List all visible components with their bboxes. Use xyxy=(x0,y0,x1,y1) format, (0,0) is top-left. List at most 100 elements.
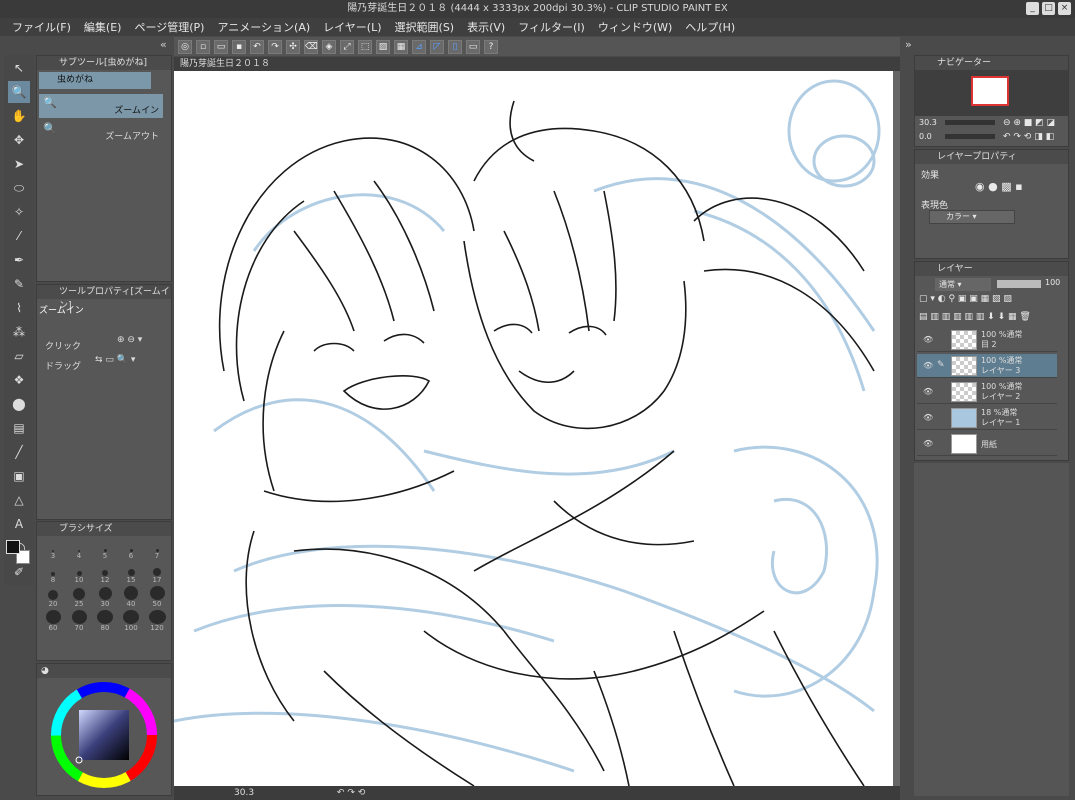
brush-size-cell[interactable]: 12 xyxy=(93,562,117,584)
snap-special-ruler-icon[interactable]: ◸ xyxy=(430,39,444,54)
status-rotate-icons[interactable]: ↶ ↷ ⟲ xyxy=(337,788,365,798)
menu-window[interactable]: ウィンドウ(W) xyxy=(598,19,672,35)
layer-row[interactable]: 👁 100 %通常 目 2 xyxy=(917,328,1057,352)
effect-buttons[interactable]: ◉ ● ▩ ▪ xyxy=(975,180,1023,193)
canvas[interactable] xyxy=(174,71,893,786)
snap-ruler-icon[interactable]: ⊿ xyxy=(412,39,426,54)
gradient-icon[interactable]: ▤ xyxy=(8,417,30,439)
layer-row[interactable]: 👁 100 %通常 レイヤー 2 xyxy=(917,380,1057,404)
brush-size-cell[interactable]: 60 xyxy=(41,610,65,632)
navigator-zoom-buttons[interactable]: ⊖ ⊕ ■ ◩ ◪ xyxy=(1003,118,1055,128)
click-mode-select[interactable]: ⊕ ⊖ ▾ xyxy=(117,335,142,345)
menu-animation[interactable]: アニメーション(A) xyxy=(217,19,310,35)
status-zoom[interactable]: 30.3 xyxy=(234,788,254,798)
maximize-icon[interactable]: □ xyxy=(1042,2,1055,15)
eye-icon[interactable]: 👁 xyxy=(923,413,933,422)
brush-tool-icon[interactable]: ⌇ xyxy=(8,297,30,319)
fill-icon[interactable]: ◈ xyxy=(322,39,336,54)
menu-edit[interactable]: 編集(E) xyxy=(84,19,122,35)
open-file-icon[interactable]: ▭ xyxy=(214,39,228,54)
navigator-rotation-value[interactable]: 0.0 xyxy=(919,132,932,141)
menu-view[interactable]: 表示(V) xyxy=(467,19,505,35)
deselect-icon[interactable]: ⬚ xyxy=(358,39,372,54)
layer-panel-actions[interactable]: ▤ ▥ ▥ ▥ ▥ ▥ ⬇ ⬇ ▦ 🗑 xyxy=(919,312,1031,322)
main-color-swatch[interactable] xyxy=(6,540,20,554)
minimize-icon[interactable]: _ xyxy=(1026,2,1039,15)
color-wheel-tab-icon[interactable]: ◕ xyxy=(41,666,49,676)
brush-size-cell[interactable]: 3 xyxy=(41,538,65,560)
brush-size-cell[interactable]: 10 xyxy=(67,562,91,584)
correction-tool-icon[interactable]: ✐ xyxy=(8,561,30,583)
color-mode-select[interactable]: カラー ▾ xyxy=(929,210,1015,224)
menu-file[interactable]: ファイル(F) xyxy=(12,19,71,35)
brush-size-cell[interactable]: 50 xyxy=(145,586,169,608)
brush-size-cell[interactable]: 100 xyxy=(119,610,143,632)
navigator-viewport-box[interactable] xyxy=(971,76,1009,106)
undo-icon[interactable]: ↶ xyxy=(250,39,264,54)
brush-size-cell[interactable]: 6 xyxy=(119,538,143,560)
scale-icon[interactable]: ⤢ xyxy=(340,39,354,54)
selection-tool-icon[interactable]: ⬭ xyxy=(8,177,30,199)
opacity-value[interactable]: 100 xyxy=(1045,278,1060,287)
navigator-preview[interactable] xyxy=(915,70,1068,116)
brush-size-cell[interactable]: 80 xyxy=(93,610,117,632)
canvas-vertical-scrollbar[interactable] xyxy=(893,71,900,786)
brush-size-cell[interactable]: 4 xyxy=(67,538,91,560)
airbrush-icon[interactable]: ⁂ xyxy=(8,321,30,343)
menu-help[interactable]: ヘルプ(H) xyxy=(685,19,735,35)
blend-mode-select[interactable]: 通常 ▾ xyxy=(935,278,991,291)
layer-row[interactable]: 👁 ✎ 100 %通常 レイヤー 3 xyxy=(917,354,1057,378)
help-icon[interactable]: ? xyxy=(484,39,498,54)
clear-icon[interactable]: ⌫ xyxy=(304,39,318,54)
decoration-icon[interactable]: ❖ xyxy=(8,369,30,391)
brush-size-cell[interactable]: 20 xyxy=(41,586,65,608)
eraser-icon[interactable]: ▱ xyxy=(8,345,30,367)
brush-size-cell[interactable]: 120 xyxy=(145,610,169,632)
brush-size-cell[interactable]: 70 xyxy=(67,610,91,632)
color-wheel[interactable] xyxy=(49,680,159,790)
color-mode-icon[interactable]: ▭ xyxy=(466,39,480,54)
expand-right-icon[interactable]: » xyxy=(905,38,912,51)
canvas-tab[interactable]: 陽乃芽誕生日２０１８ xyxy=(174,57,900,71)
eye-icon[interactable]: 👁 xyxy=(923,387,933,396)
pen-tool-icon[interactable]: ✒ xyxy=(8,249,30,271)
brush-size-cell[interactable]: 5 xyxy=(93,538,117,560)
layer-panel-tools[interactable]: ▢ ▾ ◐ ⚲ ▣ ▣ ▦ ▨ ▨ xyxy=(919,294,1012,304)
brush-size-cell[interactable]: 25 xyxy=(67,586,91,608)
subtool-zoom-out[interactable]: 🔍 ズームアウト xyxy=(39,120,163,144)
close-icon[interactable]: × xyxy=(1058,2,1071,15)
brush-size-cell[interactable]: 8 xyxy=(41,562,65,584)
auto-select-icon[interactable]: ✧ xyxy=(8,201,30,223)
ruler-tool-icon[interactable]: △ xyxy=(8,489,30,511)
layer-row[interactable]: 👁 用紙 xyxy=(917,432,1057,456)
brush-size-cell[interactable]: 40 xyxy=(119,586,143,608)
navigator-rotation-slider[interactable] xyxy=(945,134,995,139)
redo-icon[interactable]: ↷ xyxy=(268,39,282,54)
brush-size-cell[interactable]: 7 xyxy=(145,538,169,560)
move-tool-icon[interactable]: ➤ xyxy=(8,153,30,175)
navigator-zoom-slider[interactable] xyxy=(945,120,995,125)
brush-size-cell[interactable]: 15 xyxy=(119,562,143,584)
brush-size-cell[interactable]: 30 xyxy=(93,586,117,608)
layer-row[interactable]: 👁 18 %通常 レイヤー 1 xyxy=(917,406,1057,430)
show-selection-icon[interactable]: ▦ xyxy=(394,39,408,54)
navigator-rotate-buttons[interactable]: ↶ ↷ ⟲ ◨ ◧ xyxy=(1003,132,1054,142)
layer-tab[interactable]: レイヤー xyxy=(937,264,973,274)
menu-selection[interactable]: 選択範囲(S) xyxy=(395,19,455,35)
hand-tool-icon[interactable]: ✋ xyxy=(8,105,30,127)
eye-icon[interactable]: 👁 xyxy=(923,439,933,448)
eyedropper-icon[interactable]: ⁄ xyxy=(8,225,30,247)
invert-selection-icon[interactable]: ▨ xyxy=(376,39,390,54)
pencil-tool-icon[interactable]: ✎ xyxy=(8,273,30,295)
brush-size-cell[interactable]: 17 xyxy=(145,562,169,584)
collapse-left-icon[interactable]: « xyxy=(160,38,167,51)
layer-move-icon[interactable]: ✥ xyxy=(8,129,30,151)
opacity-slider[interactable] xyxy=(997,280,1041,288)
subtool-zoom-in[interactable]: 🔍 ズームイン xyxy=(39,94,163,118)
new-file-icon[interactable]: ▫ xyxy=(196,39,210,54)
navigator-zoom-value[interactable]: 30.3 xyxy=(919,118,937,127)
clip-studio-icon[interactable]: ◎ xyxy=(178,39,192,54)
operation-tool-icon[interactable]: ↖ xyxy=(8,57,30,79)
eye-icon[interactable]: 👁 xyxy=(923,361,933,370)
fill-tool-icon[interactable]: ⬤ xyxy=(8,393,30,415)
